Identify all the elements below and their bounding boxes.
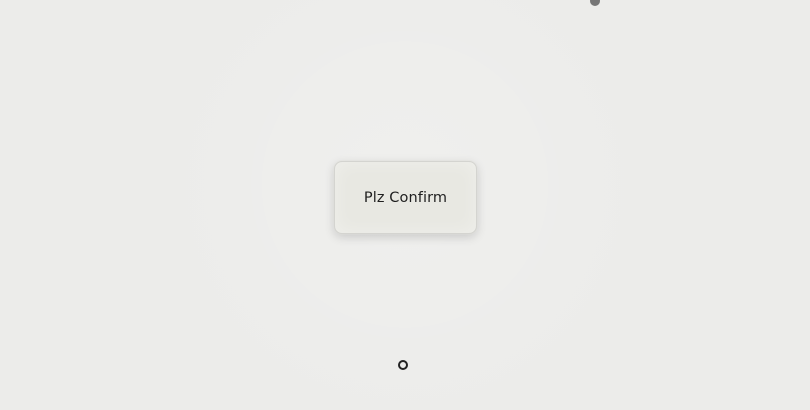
circle-icon — [398, 360, 408, 370]
page-canvas: Plz Confirm — [0, 0, 810, 410]
confirm-button[interactable]: Plz Confirm — [334, 161, 477, 234]
top-dot-icon — [590, 0, 600, 6]
